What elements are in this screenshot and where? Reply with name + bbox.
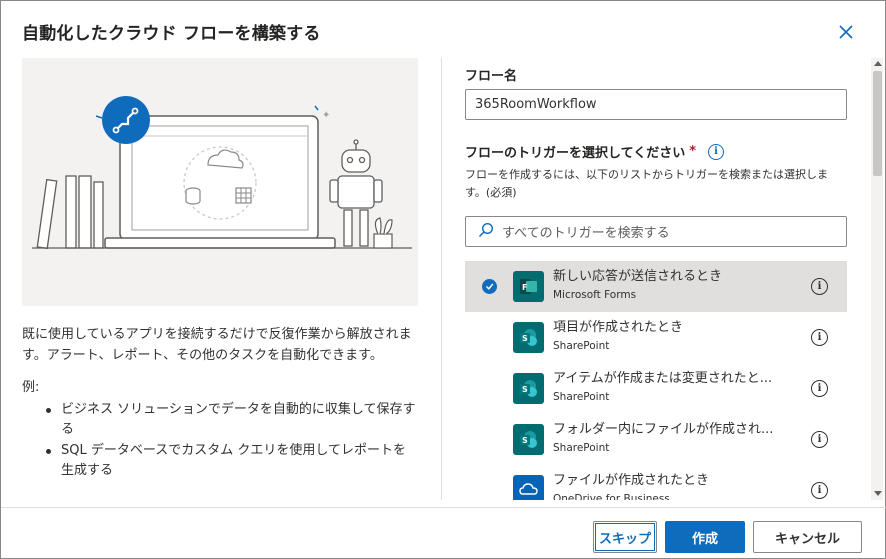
trigger-name: アイテムが作成または変更されたと...: [553, 371, 773, 386]
trigger-list: F 新しい応答が送信されるとき Microsoft Forms i S 項目が作…: [465, 261, 847, 500]
examples-label: 例:: [22, 380, 40, 395]
trigger-item-sharepoint-item-created-or-modified[interactable]: S アイテムが作成または変更されたと... SharePoint i: [465, 363, 847, 414]
info-icon[interactable]: i: [708, 143, 725, 160]
svg-text:S: S: [522, 436, 528, 445]
create-flow-dialog: 自動化したクラウド フローを構築する ✦ 既に使用しているアプリを接続するだけで…: [0, 0, 886, 559]
trigger-item-forms-new-response[interactable]: F 新しい応答が送信されるとき Microsoft Forms i: [465, 261, 847, 312]
panel-divider: [441, 58, 442, 500]
trigger-connector: Microsoft Forms: [553, 289, 637, 301]
checkmark-icon: [482, 279, 497, 294]
sharepoint-icon: S: [513, 373, 544, 404]
info-icon[interactable]: i: [811, 482, 828, 499]
trigger-item-onedrive-file-created[interactable]: ファイルが作成されたとき OneDrive for Business i: [465, 465, 847, 500]
trigger-connector: SharePoint: [553, 391, 610, 403]
trigger-label: フローのトリガーを選択してください * i: [465, 142, 725, 161]
info-icon[interactable]: i: [811, 329, 828, 346]
search-placeholder: すべてのトリガーを検索する: [502, 226, 670, 241]
scroll-down-icon[interactable]: [874, 491, 882, 496]
scroll-up-icon[interactable]: [874, 61, 882, 66]
info-icon[interactable]: i: [811, 431, 828, 448]
create-button[interactable]: 作成: [665, 521, 745, 553]
trigger-name: 新しい応答が送信されるとき: [553, 269, 723, 284]
info-icon[interactable]: i: [811, 380, 828, 397]
svg-text:✦: ✦: [322, 110, 330, 121]
list-item: SQL データベースでカスタム クエリを使用してレポートを生成する: [22, 441, 418, 481]
svg-text:F: F: [522, 283, 527, 292]
trigger-connector: SharePoint: [553, 442, 610, 454]
trigger-name: フォルダー内にファイルが作成され...: [553, 422, 774, 437]
onedrive-icon: [513, 475, 544, 500]
sharepoint-icon: S: [513, 322, 544, 353]
svg-text:S: S: [522, 334, 528, 343]
trigger-name: 項目が作成されたとき: [553, 320, 684, 335]
illustration: ✦: [22, 58, 418, 306]
examples-list: ビジネス ソリューションでデータを自動的に収集して保存する SQL データベース…: [22, 400, 422, 481]
skip-button[interactable]: スキップ: [593, 521, 657, 553]
form-panel: フロー名 365RoomWorkflow フローのトリガーを選択してください *…: [465, 58, 847, 500]
required-marker: *: [689, 144, 697, 159]
search-icon: [478, 222, 494, 242]
trigger-connector: SharePoint: [553, 340, 610, 352]
sharepoint-icon: S: [513, 424, 544, 455]
trigger-label-text: フローのトリガーを選択してください: [465, 146, 686, 161]
footer-divider: [1, 507, 886, 508]
trigger-search-input[interactable]: すべてのトリガーを検索する: [465, 216, 847, 247]
dialog-title: 自動化したクラウド フローを構築する: [22, 24, 321, 44]
trigger-connector: OneDrive for Business: [553, 493, 670, 500]
trigger-item-sharepoint-file-in-folder[interactable]: S フォルダー内にファイルが作成され... SharePoint i: [465, 414, 847, 465]
cancel-button[interactable]: キャンセル: [753, 521, 862, 553]
list-item: ビジネス ソリューションでデータを自動的に収集して保存する: [22, 400, 418, 440]
info-panel: ✦ 既に使用しているアプリを接続するだけで反復作業から解放されます。アラート、レ…: [22, 58, 422, 500]
info-icon[interactable]: i: [811, 278, 828, 295]
forms-icon: F: [513, 271, 544, 302]
close-icon[interactable]: [835, 21, 857, 43]
flow-name-input[interactable]: 365RoomWorkflow: [465, 89, 847, 120]
panel-description: 既に使用しているアプリを接続するだけで反復作業から解放されます。アラート、レポー…: [22, 327, 412, 363]
trigger-name: ファイルが作成されたとき: [553, 473, 710, 488]
trigger-help-text: フローを作成するには、以下のリストからトリガーを検索または選択します。(必須): [465, 168, 828, 199]
trigger-item-sharepoint-item-created[interactable]: S 項目が作成されたとき SharePoint i: [465, 312, 847, 363]
scrollbar-thumb[interactable]: [873, 71, 882, 176]
svg-text:S: S: [522, 385, 528, 394]
flow-name-label: フロー名: [465, 69, 518, 84]
